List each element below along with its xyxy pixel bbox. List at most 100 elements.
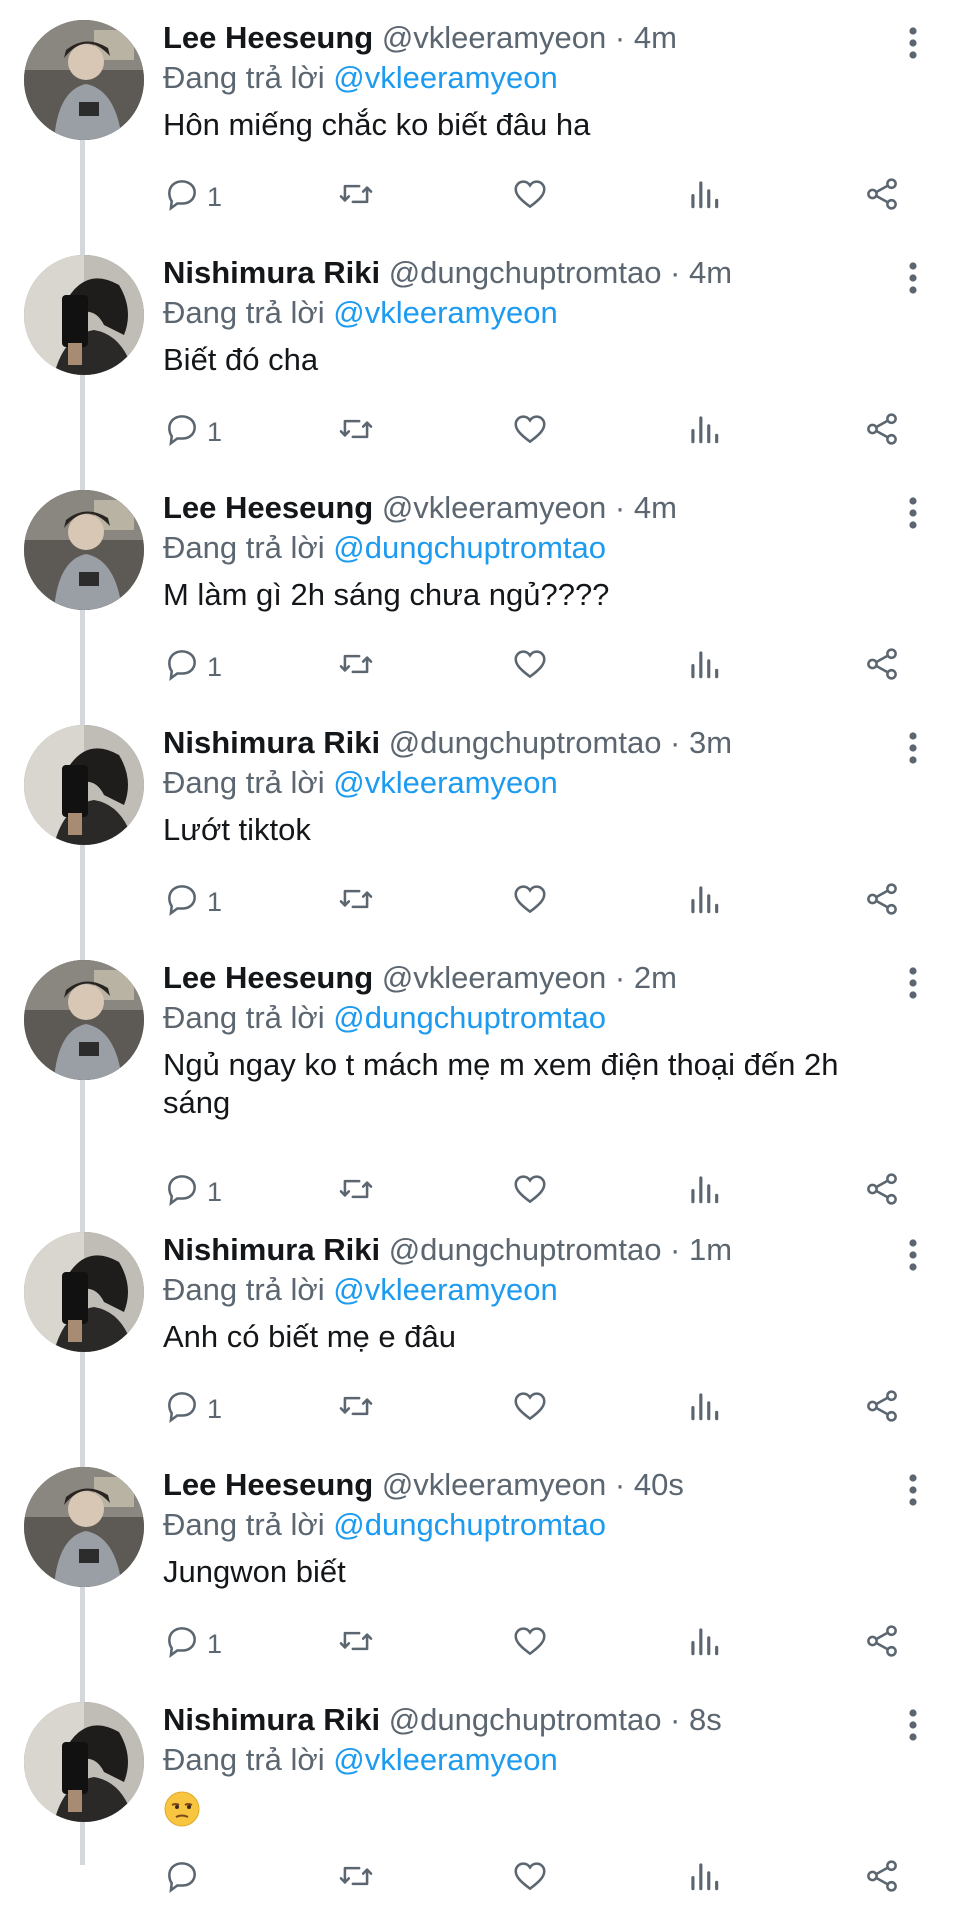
share-button[interactable] — [863, 175, 901, 219]
retweet-button[interactable] — [337, 175, 375, 219]
avatar[interactable] — [24, 490, 144, 610]
timestamp[interactable]: 4m — [689, 255, 732, 290]
tweet[interactable]: Lee Heeseung @vkleeramyeon · 4m Đang trả… — [0, 0, 957, 235]
like-button[interactable] — [511, 1622, 549, 1666]
reply-button[interactable]: 1 — [163, 175, 222, 219]
user-handle[interactable]: @dungchuptromtao — [389, 1232, 662, 1267]
tweet[interactable]: Nishimura Riki @dungchuptromtao · 8s Đan… — [0, 1682, 957, 1917]
like-button[interactable] — [511, 410, 549, 454]
display-name[interactable]: Lee Heeseung — [163, 490, 373, 525]
analytics-icon — [685, 1387, 723, 1432]
retweet-button[interactable] — [337, 645, 375, 689]
analytics-button[interactable] — [685, 645, 723, 689]
analytics-button[interactable] — [685, 1170, 723, 1214]
share-button[interactable] — [863, 1622, 901, 1666]
retweet-button[interactable] — [337, 1857, 375, 1901]
avatar[interactable] — [24, 20, 144, 140]
user-handle[interactable]: @dungchuptromtao — [389, 255, 662, 290]
avatar[interactable] — [24, 960, 144, 1080]
display-name[interactable]: Nishimura Riki — [163, 725, 380, 760]
mention-link[interactable]: @vkleeramyeon — [333, 1742, 557, 1777]
mention-link[interactable]: @dungchuptromtao — [333, 1507, 606, 1542]
like-button[interactable] — [511, 1857, 549, 1901]
avatar[interactable] — [24, 725, 144, 845]
share-button[interactable] — [863, 880, 901, 924]
mention-link[interactable]: @vkleeramyeon — [333, 60, 557, 95]
retweet-button[interactable] — [337, 410, 375, 454]
avatar[interactable] — [24, 1467, 144, 1587]
share-button[interactable] — [863, 1170, 901, 1214]
user-handle[interactable]: @dungchuptromtao — [389, 725, 662, 760]
analytics-button[interactable] — [685, 1387, 723, 1431]
like-button[interactable] — [511, 880, 549, 924]
timestamp[interactable]: 3m — [689, 725, 732, 760]
tweet[interactable]: Lee Heeseung @vkleeramyeon · 4m Đang trả… — [0, 470, 957, 705]
mention-link[interactable]: @vkleeramyeon — [333, 1272, 557, 1307]
share-button[interactable] — [863, 1857, 901, 1901]
like-icon — [511, 1170, 549, 1215]
tweet[interactable]: Lee Heeseung @vkleeramyeon · 2m Đang trả… — [0, 940, 957, 1207]
display-name[interactable]: Nishimura Riki — [163, 255, 380, 290]
analytics-button[interactable] — [685, 1857, 723, 1901]
share-button[interactable] — [863, 1387, 901, 1431]
reply-button[interactable]: 1 — [163, 880, 222, 924]
retweet-button[interactable] — [337, 1387, 375, 1431]
reply-button[interactable] — [163, 1857, 207, 1901]
like-button[interactable] — [511, 645, 549, 689]
user-handle[interactable]: @vkleeramyeon — [382, 490, 606, 525]
tweet[interactable]: Nishimura Riki @dungchuptromtao · 1m Đan… — [0, 1212, 957, 1447]
like-button[interactable] — [511, 1170, 549, 1214]
tweet[interactable]: Lee Heeseung @vkleeramyeon · 40s Đang tr… — [0, 1447, 957, 1682]
more-icon[interactable] — [905, 731, 921, 765]
reply-button[interactable]: 1 — [163, 1387, 222, 1431]
display-name[interactable]: Nishimura Riki — [163, 1702, 380, 1737]
reply-button[interactable]: 1 — [163, 645, 222, 689]
user-handle[interactable]: @vkleeramyeon — [382, 960, 606, 995]
more-icon[interactable] — [905, 261, 921, 295]
timestamp[interactable]: 40s — [634, 1467, 684, 1502]
reply-button[interactable]: 1 — [163, 410, 222, 454]
more-icon[interactable] — [905, 26, 921, 60]
analytics-button[interactable] — [685, 880, 723, 924]
analytics-button[interactable] — [685, 175, 723, 219]
display-name[interactable]: Lee Heeseung — [163, 20, 373, 55]
user-handle[interactable]: @vkleeramyeon — [382, 20, 606, 55]
like-button[interactable] — [511, 1387, 549, 1431]
analytics-button[interactable] — [685, 1622, 723, 1666]
avatar[interactable] — [24, 255, 144, 375]
more-icon[interactable] — [905, 496, 921, 530]
mention-link[interactable]: @vkleeramyeon — [333, 295, 557, 330]
tweet[interactable]: Nishimura Riki @dungchuptromtao · 4m Đan… — [0, 235, 957, 470]
mention-link[interactable]: @dungchuptromtao — [333, 530, 606, 565]
share-button[interactable] — [863, 410, 901, 454]
like-icon — [511, 1622, 549, 1667]
display-name[interactable]: Lee Heeseung — [163, 960, 373, 995]
timestamp[interactable]: 1m — [689, 1232, 732, 1267]
reply-button[interactable]: 1 — [163, 1170, 222, 1214]
reply-icon — [163, 1857, 201, 1902]
avatar[interactable] — [24, 1702, 144, 1822]
retweet-button[interactable] — [337, 880, 375, 924]
reply-button[interactable]: 1 — [163, 1622, 222, 1666]
display-name[interactable]: Nishimura Riki — [163, 1232, 380, 1267]
timestamp[interactable]: 4m — [634, 20, 677, 55]
timestamp[interactable]: 4m — [634, 490, 677, 525]
timestamp[interactable]: 2m — [634, 960, 677, 995]
share-button[interactable] — [863, 645, 901, 689]
avatar[interactable] — [24, 1232, 144, 1352]
more-icon[interactable] — [905, 1238, 921, 1272]
analytics-button[interactable] — [685, 410, 723, 454]
mention-link[interactable]: @vkleeramyeon — [333, 765, 557, 800]
retweet-button[interactable] — [337, 1170, 375, 1214]
more-icon[interactable] — [905, 1473, 921, 1507]
mention-link[interactable]: @dungchuptromtao — [333, 1000, 606, 1035]
tweet[interactable]: Nishimura Riki @dungchuptromtao · 3m Đan… — [0, 705, 957, 940]
display-name[interactable]: Lee Heeseung — [163, 1467, 373, 1502]
more-icon[interactable] — [905, 1708, 921, 1742]
retweet-button[interactable] — [337, 1622, 375, 1666]
more-icon[interactable] — [905, 966, 921, 1000]
timestamp[interactable]: 8s — [689, 1702, 722, 1737]
like-button[interactable] — [511, 175, 549, 219]
user-handle[interactable]: @vkleeramyeon — [382, 1467, 606, 1502]
user-handle[interactable]: @dungchuptromtao — [389, 1702, 662, 1737]
